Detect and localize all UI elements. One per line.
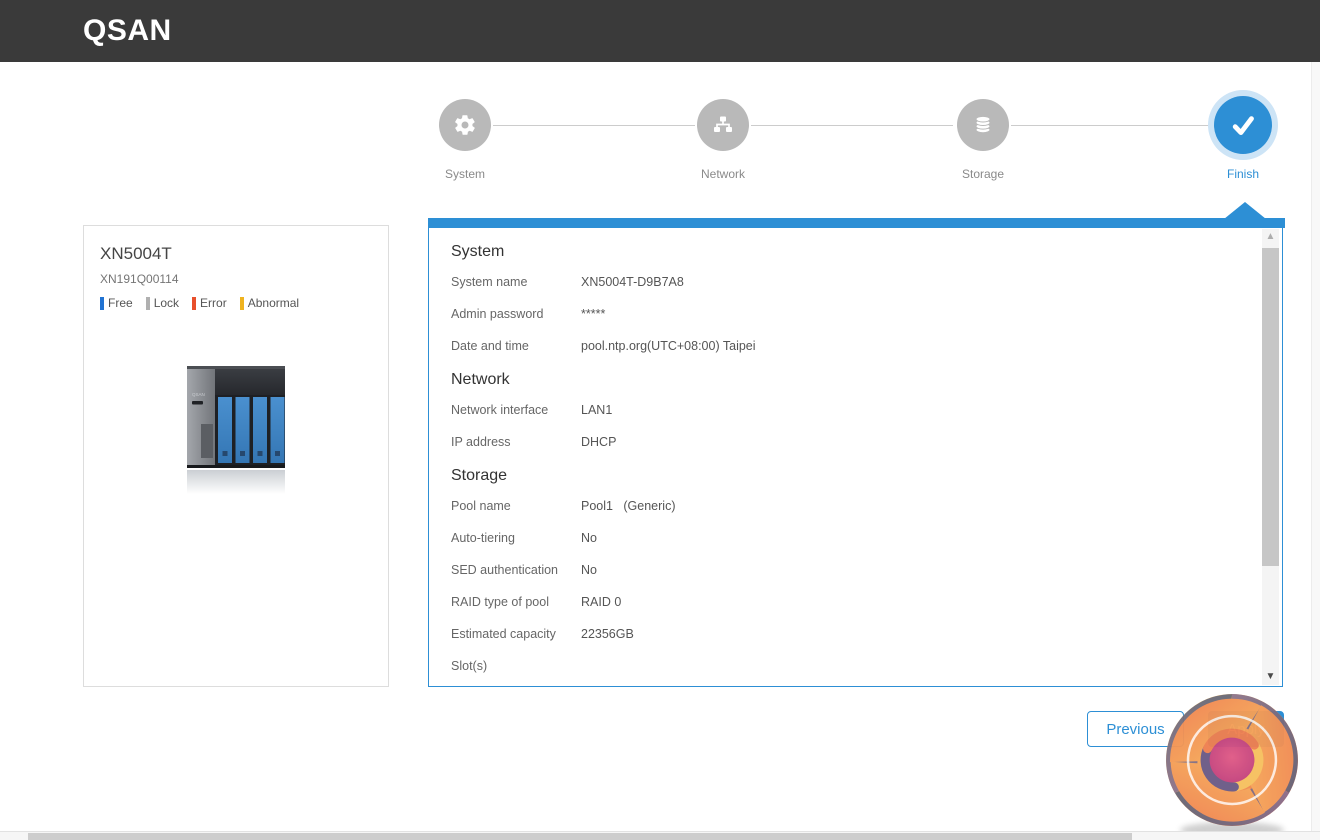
summary-row: Slot(s) <box>451 650 1237 682</box>
summary-panel: System System name XN5004T-D9B7A8 Admin … <box>428 218 1283 687</box>
step-system[interactable]: System <box>395 99 535 181</box>
summary-content: System System name XN5004T-D9B7A8 Admin … <box>429 229 1247 687</box>
slot-status-legend: Free Lock Error Abnormal <box>100 296 372 310</box>
panel-scrollbar[interactable]: ▲ ▼ <box>1262 229 1279 685</box>
summary-row: Admin password ***** <box>451 298 1237 330</box>
step-finish[interactable]: Finish <box>1173 96 1313 181</box>
device-model: XN5004T <box>100 244 372 264</box>
qsan-logo: QSAN <box>83 16 172 46</box>
free-swatch <box>100 297 104 310</box>
legend-item-lock: Lock <box>146 296 179 310</box>
summary-row: IP address DHCP <box>451 426 1237 458</box>
apply-button[interactable]: Apply <box>1208 711 1284 747</box>
summary-row: Pool name Pool1 (Generic) <box>451 490 1237 522</box>
step-label: Finish <box>1173 167 1313 181</box>
watermark-swirl-logo <box>1156 684 1308 840</box>
error-swatch <box>192 297 196 310</box>
summary-row: Network interface LAN1 <box>451 394 1237 426</box>
panel-pointer-arrow <box>1224 202 1266 219</box>
svg-text:QSAN: QSAN <box>192 392 205 397</box>
scroll-up-icon[interactable]: ▲ <box>1262 229 1279 245</box>
section-title-system: System <box>451 243 1237 261</box>
lock-swatch <box>146 297 150 310</box>
setup-wizard-page: QSAN System Network <box>0 0 1320 840</box>
scroll-down-icon[interactable]: ▼ <box>1262 669 1279 685</box>
network-icon <box>697 99 749 151</box>
check-icon <box>1214 96 1272 154</box>
panel-accent-bar <box>428 218 1285 228</box>
database-icon <box>957 99 1009 151</box>
summary-row: Date and time pool.ntp.org(UTC+08:00) Ta… <box>451 330 1237 362</box>
step-storage[interactable]: Storage <box>913 99 1053 181</box>
scrollbar-thumb[interactable] <box>1262 248 1279 566</box>
previous-button[interactable]: Previous <box>1087 711 1184 747</box>
legend-item-abnormal: Abnormal <box>240 296 299 310</box>
horizontal-scrollbar-thumb[interactable] <box>28 833 1132 840</box>
summary-row: Estimated capacity 22356GB <box>451 618 1237 650</box>
abnormal-swatch <box>240 297 244 310</box>
legend-item-free: Free <box>100 296 133 310</box>
step-label: Network <box>653 167 793 181</box>
section-title-storage: Storage <box>451 467 1237 485</box>
summary-row: System name XN5004T-D9B7A8 <box>451 266 1237 298</box>
step-label: Storage <box>913 167 1053 181</box>
gear-icon <box>439 99 491 151</box>
summary-row: SED authentication No <box>451 554 1237 586</box>
horizontal-scrollbar[interactable] <box>0 831 1320 840</box>
section-title-network: Network <box>451 371 1237 389</box>
legend-item-error: Error <box>192 296 227 310</box>
summary-row: RAID type of pool RAID 0 <box>451 586 1237 618</box>
wizard-footer: Previous Apply <box>0 711 1283 747</box>
vertical-scrollbar-track[interactable] <box>1311 62 1320 831</box>
step-network[interactable]: Network <box>653 99 793 181</box>
device-serial: XN191Q00114 <box>100 272 372 286</box>
nas-device-image: QSAN <box>100 346 372 501</box>
step-label: System <box>395 167 535 181</box>
summary-row: Auto-tiering No <box>451 522 1237 554</box>
app-header: QSAN <box>0 0 1320 62</box>
device-card: XN5004T XN191Q00114 Free Lock Error Abno… <box>83 225 389 687</box>
